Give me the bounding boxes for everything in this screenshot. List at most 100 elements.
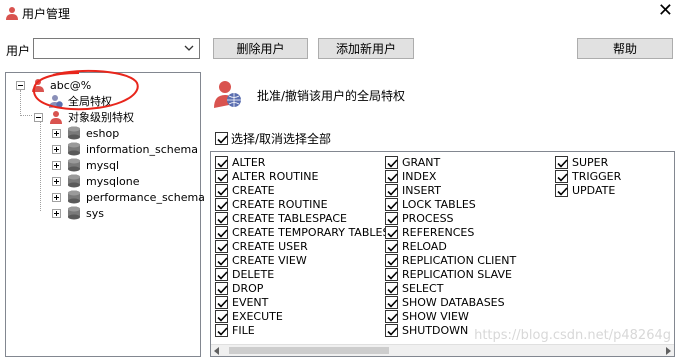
select-all-label: 选择/取消选择全部 [231, 132, 332, 146]
tree-node-database[interactable]: information_schema [52, 141, 198, 157]
privilege-label: INDEX [402, 169, 437, 183]
horizontal-scrollbar[interactable] [211, 344, 674, 356]
privilege-label: DELETE [232, 267, 275, 281]
privilege-checkbox[interactable]: INDEX [385, 169, 516, 183]
tree-node-database[interactable]: mysql [52, 157, 119, 173]
database-label: performance_schema [86, 190, 205, 204]
expand-toggle[interactable] [52, 160, 61, 170]
expand-toggle[interactable] [52, 192, 61, 202]
check-icon [385, 267, 398, 281]
privilege-checkbox[interactable]: SHOW DATABASES [385, 295, 516, 309]
privilege-label: CREATE USER [232, 239, 308, 253]
scroll-left-icon[interactable] [214, 347, 219, 355]
tree-node-database[interactable]: performance_schema [52, 189, 205, 205]
user-select[interactable] [33, 38, 200, 59]
privilege-checkbox[interactable]: GRANT [385, 155, 516, 169]
database-icon [68, 206, 80, 220]
check-icon [385, 323, 398, 337]
tree-node-database[interactable]: eshop [52, 125, 119, 141]
privilege-label: SELECT [402, 281, 444, 295]
privilege-checkbox[interactable]: LOCK TABLES [385, 197, 516, 211]
check-icon [385, 253, 398, 267]
privilege-label: CREATE TABLESPACE [232, 211, 348, 225]
delete-user-button[interactable]: 删除用户 [213, 38, 308, 59]
privilege-checkbox[interactable]: INSERT [385, 183, 516, 197]
privilege-checkbox[interactable]: ALTER [215, 155, 389, 169]
check-icon [215, 183, 228, 197]
tree-node-database[interactable]: mysqlone [52, 173, 139, 189]
privilege-label: PROCESS [402, 211, 454, 225]
privilege-checkbox[interactable]: REPLICATION CLIENT [385, 253, 516, 267]
privilege-checkbox[interactable]: SHOW VIEW [385, 309, 516, 323]
user-icon [6, 7, 18, 20]
privilege-label: CREATE [232, 183, 275, 197]
check-icon [215, 169, 228, 183]
privilege-label: UPDATE [572, 183, 616, 197]
check-icon [215, 323, 228, 337]
privilege-label: SHOW VIEW [402, 309, 469, 323]
collapse-toggle[interactable] [16, 80, 25, 90]
privilege-checkbox[interactable]: SUPER [555, 155, 621, 169]
privilege-checkbox[interactable]: EXECUTE [215, 309, 389, 323]
check-icon [215, 155, 228, 169]
check-icon [215, 253, 228, 267]
privilege-checkbox[interactable]: RELOAD [385, 239, 516, 253]
database-icon [68, 174, 80, 188]
privilege-checkbox[interactable]: DROP [215, 281, 389, 295]
privilege-checkbox[interactable]: CREATE ROUTINE [215, 197, 389, 211]
content-heading: 批准/撤销该用户的全局特权 [257, 89, 406, 103]
check-icon [555, 183, 568, 197]
expand-toggle[interactable] [52, 144, 61, 154]
close-button[interactable]: ✕ [658, 2, 673, 20]
check-icon [215, 281, 228, 295]
collapse-toggle[interactable] [34, 112, 43, 122]
scroll-right-icon[interactable] [666, 347, 671, 355]
privileges-column: ALTER ALTER ROUTINE CREATE CREATE ROUTINE CR… [215, 155, 389, 337]
expand-toggle[interactable] [52, 208, 61, 218]
chevron-down-icon [184, 45, 194, 51]
scroll-thumb[interactable] [229, 347, 389, 354]
privilege-checkbox[interactable]: CREATE [215, 183, 389, 197]
database-icon [68, 190, 80, 204]
help-button[interactable]: 帮助 [577, 38, 673, 59]
privilege-checkbox[interactable]: CREATE USER [215, 239, 389, 253]
privilege-checkbox[interactable]: UPDATE [555, 183, 621, 197]
privilege-checkbox[interactable]: CREATE VIEW [215, 253, 389, 267]
privilege-checkbox[interactable]: SELECT [385, 281, 516, 295]
check-icon [215, 225, 228, 239]
privilege-label: CREATE ROUTINE [232, 197, 328, 211]
privilege-label: ALTER ROUTINE [232, 169, 319, 183]
privilege-checkbox[interactable]: FILE [215, 323, 389, 337]
database-label: mysqlone [86, 174, 140, 188]
expand-toggle[interactable] [52, 128, 61, 138]
privilege-label: REFERENCES [402, 225, 475, 239]
privilege-checkbox[interactable]: ALTER ROUTINE [215, 169, 389, 183]
tree-node-database[interactable]: sys [52, 205, 104, 221]
title-bar: 用户管理 ✕ [0, 0, 681, 28]
user-tree[interactable]: abc@% 全局特权 对象级别特权 eshop information_sche… [5, 72, 205, 357]
privilege-checkbox[interactable]: EVENT [215, 295, 389, 309]
privilege-label: DROP [232, 281, 264, 295]
privilege-checkbox[interactable]: PROCESS [385, 211, 516, 225]
privileges-panel: ALTER ALTER ROUTINE CREATE CREATE ROUTINE CR… [210, 151, 675, 357]
expand-toggle[interactable] [52, 176, 61, 186]
privilege-label: SHUTDOWN [402, 323, 469, 337]
privilege-checkbox[interactable]: TRIGGER [555, 169, 621, 183]
privilege-checkbox[interactable]: REPLICATION SLAVE [385, 267, 516, 281]
privilege-checkbox[interactable]: REFERENCES [385, 225, 516, 239]
check-icon [385, 295, 398, 309]
privilege-checkbox[interactable]: CREATE TABLESPACE [215, 211, 389, 225]
database-label: mysql [86, 158, 119, 172]
privilege-checkbox[interactable]: CREATE TEMPORARY TABLES [215, 225, 389, 239]
select-all-checkbox[interactable]: 选择/取消选择全部 [212, 130, 331, 147]
window-title: 用户管理 [22, 7, 71, 21]
database-label: information_schema [86, 142, 198, 156]
add-user-button[interactable]: 添加新用户 [318, 38, 414, 59]
database-icon [68, 142, 80, 156]
privilege-label: LOCK TABLES [402, 197, 476, 211]
privilege-label: SHOW DATABASES [402, 295, 505, 309]
privilege-label: REPLICATION CLIENT [402, 253, 517, 267]
privileges-column: GRANT INDEX INSERT LOCK TABLES PROCESS REFERE… [385, 155, 516, 337]
privilege-checkbox[interactable]: DELETE [215, 267, 389, 281]
privilege-label: CREATE TEMPORARY TABLES [232, 225, 390, 239]
